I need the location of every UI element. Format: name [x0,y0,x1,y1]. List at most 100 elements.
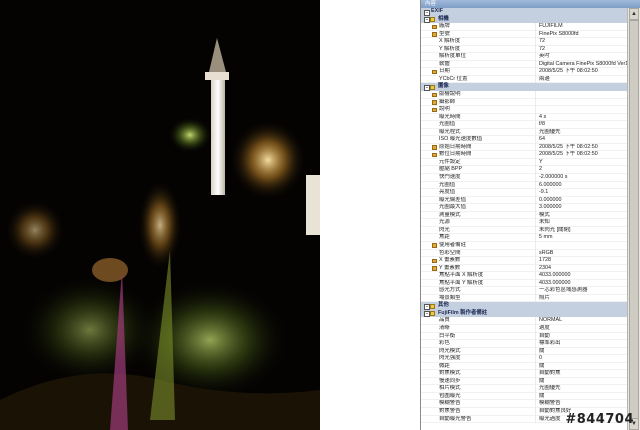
property-row[interactable]: 快門速度 -2.000000 s [421,174,628,182]
property-value: 模糊警告 [539,400,561,407]
property-row[interactable]: 焦點平面 X 解析度 4033.000000 [421,272,628,280]
property-row[interactable]: 白平衡 自動 [421,332,628,341]
property-label: 清晰 [439,324,536,333]
property-row[interactable]: 廠牌 FUJIFILM [421,23,628,31]
property-value: 關 [539,362,545,369]
editable-pencil-icon [432,24,437,30]
property-row[interactable]: 對焦模式 自動對焦 [421,370,628,378]
property-row[interactable]: 使用者備註 [421,241,628,250]
property-row[interactable]: ISO 曝光速度數值 64 [421,136,628,144]
property-row[interactable]: 閃光模式關 [421,347,628,356]
property-label: 焦點平面 Y 解析度 [439,279,536,288]
property-row[interactable]: 模糊警告 模糊警告 [421,400,628,408]
property-row[interactable]: 清晰 適度 [421,324,628,333]
property-label: ISO 曝光速度數值 [439,136,536,144]
editable-pencil-icon [432,32,437,37]
exif-property-tree[interactable]: − EXIF − 相機 廠牌 FUJIFILM 型號 FinePix S8000fd X 解析度… [421,8,628,430]
property-row[interactable]: 原始日期時間 2008/5/25 下午 08:02:50 [421,143,628,152]
property-label: 曝光偏差值 [439,196,536,205]
property-row[interactable]: 光圈值 6.000000 [421,181,628,190]
property-row[interactable]: 元件設定 Y [421,158,628,167]
property-group[interactable]: − 其他 [421,302,628,310]
property-row[interactable]: X 畫素數 1728 [421,257,628,265]
property-row[interactable]: 相片模式 光圈優先 [421,385,628,393]
vertical-scrollbar[interactable]: ▲ ▼ [627,8,640,430]
property-value: 關 [539,392,545,399]
property-value: NORMAL [539,317,563,324]
property-row[interactable]: 感光方式 一芯彩色區域感測器 [421,287,628,295]
property-row[interactable]: YCbCr 位置 兩邊 [421,75,628,84]
property-label: 軟體 [439,60,536,69]
property-row[interactable]: 包圍曝光關 [421,392,628,401]
property-value: sRGB [539,249,554,256]
property-row[interactable]: 日期 2008/5/25 下午 08:02:50 [421,68,628,76]
property-row[interactable]: 閃光強度 0 [421,355,628,363]
scroll-thumb[interactable] [629,20,639,422]
property-row[interactable]: 數位日期時間 2008/5/25 下午 08:02:50 [421,151,628,159]
property-value: 3.000000 [539,204,562,211]
property-label: 閃光 [439,226,536,235]
property-row[interactable]: Y 解析度 72 [421,45,628,54]
property-value: 模式 [539,211,550,218]
property-label: 曝光時間 [439,113,536,122]
property-row[interactable]: 焦點平面 Y 解析度 4033.000000 [421,279,628,288]
property-row[interactable]: 場景類型 照片 [421,294,628,303]
property-row[interactable]: 焦距 5 mm [421,234,628,242]
property-group[interactable]: − 圖像 [421,83,628,92]
property-value: 2 [539,166,542,173]
property-row[interactable]: 慢速同步關 [421,377,628,386]
property-value: 關 [539,347,545,354]
property-label: 說明 [439,106,536,114]
property-row[interactable]: 曝光程式 光圈優先 [421,128,628,137]
group-title: 相機 [438,15,449,22]
property-row[interactable]: 型號 FinePix S8000fd [421,30,628,39]
blank-area [320,0,420,430]
editable-pencil-icon [432,266,437,271]
property-label: 解析度單位 [439,53,536,61]
property-label: X 畫素數 [439,257,536,265]
property-group[interactable]: − EXIF [421,8,628,16]
group-title: FujiFilm 製作者備註 [438,309,488,316]
property-row[interactable]: 解析度單位 英吋 [421,53,628,61]
property-row[interactable]: 測量模式 模式 [421,211,628,220]
property-label: 焦距 [439,234,536,242]
property-label: 使用者備註 [439,241,536,250]
property-row[interactable]: 光圈值 f/8 [421,121,628,129]
property-row[interactable]: 彩色 標準彩出 [421,340,628,348]
property-group[interactable]: − 相機 [421,15,628,24]
property-row[interactable]: 品質 NORMAL [421,317,628,325]
property-label: 慢速同步 [439,377,536,386]
property-row[interactable]: 光圈最大值 3.000000 [421,204,628,212]
property-group[interactable]: − FujiFilm 製作者備註 [421,309,628,318]
property-row[interactable]: 亮度值 -9.1 [421,189,628,197]
property-label: 元件設定 [439,158,536,167]
property-row[interactable]: 曝光時間 4 s [421,113,628,122]
property-value: 4033.000000 [539,272,571,279]
property-label: 閃光模式 [439,347,536,356]
property-row[interactable]: 說明 [421,106,628,114]
property-value: 一芯彩色區域感測器 [539,287,588,294]
property-value: Y [539,158,543,165]
group-title: 其他 [438,302,449,309]
property-label: 光圈值 [439,121,536,129]
property-row[interactable]: 壓縮 BPP 2 [421,166,628,175]
property-row[interactable]: 微距關 [421,362,628,371]
property-label: 原始日期時間 [439,143,536,152]
property-label: 相片模式 [439,385,536,393]
property-row[interactable]: 光源 未知 [421,219,628,227]
property-row[interactable]: Y 畫素數 2304 [421,264,628,273]
property-row[interactable]: 軟體 Digital Camera FinePix S8000fd Ver1.00 [421,60,628,69]
property-row[interactable]: 版權說明 [421,91,628,99]
property-row[interactable]: 閃光 未閃光 [關閉] [421,226,628,235]
property-row[interactable]: X 解析度 72 [421,38,628,46]
group-title: 圖像 [438,83,449,90]
property-value: 0 [539,355,542,362]
property-label: 對焦警告 [439,407,536,416]
property-row[interactable]: 曝光偏差值 0.000000 [421,196,628,205]
scroll-up-arrow-icon[interactable]: ▲ [629,8,639,20]
property-row[interactable]: 色彩空間 sRGB [421,249,628,258]
property-label: Y 解析度 [439,45,536,54]
editable-pencil-icon [432,69,437,75]
property-label: 微距 [439,362,536,371]
property-row[interactable]: 攝影師 [421,98,628,107]
